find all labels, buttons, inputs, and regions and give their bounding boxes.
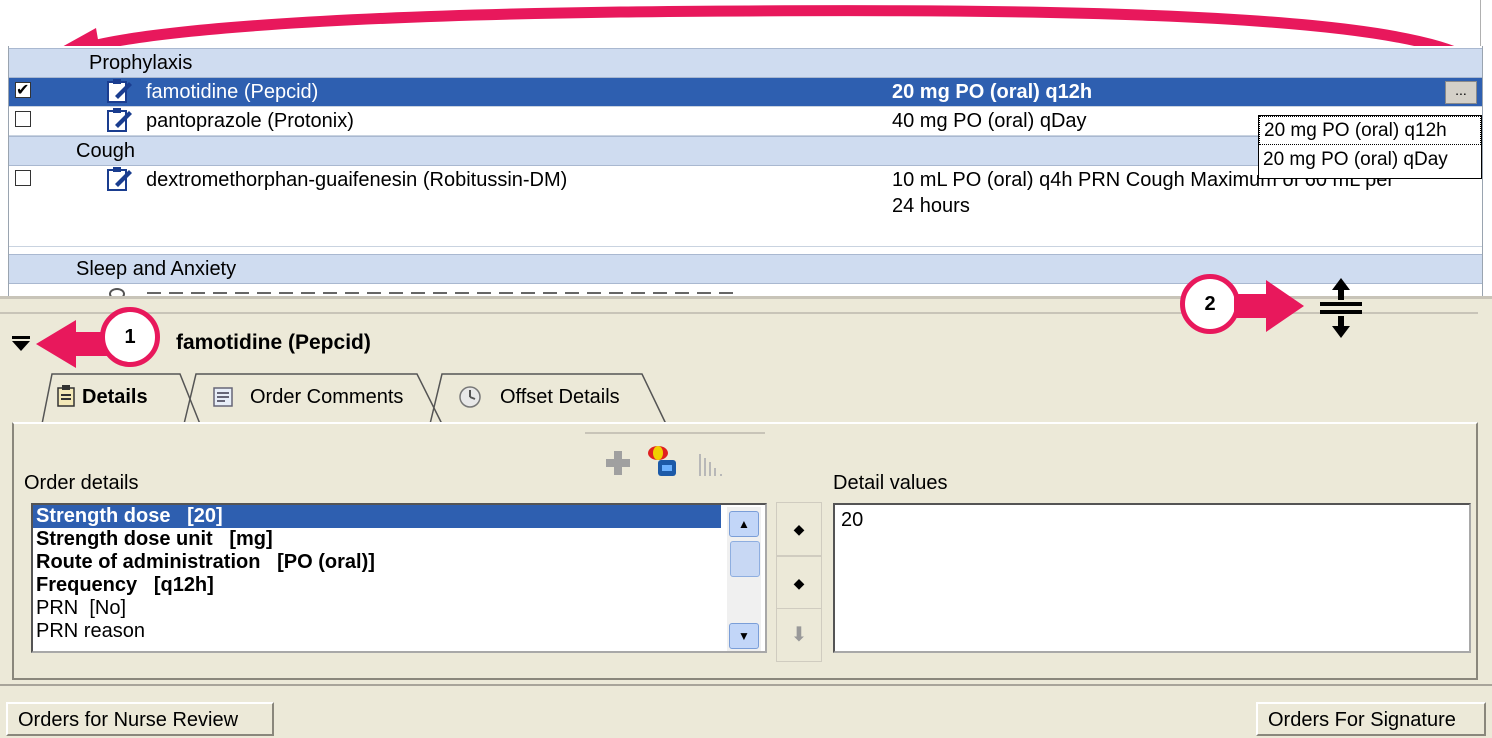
scroll-down-icon[interactable]: ▼ bbox=[729, 623, 759, 649]
annotation-callout-1: 1 bbox=[100, 307, 160, 367]
details-scrollbar[interactable]: ▲ ▼ bbox=[727, 507, 761, 651]
detail-item[interactable]: Frequency [q12h] bbox=[33, 574, 765, 597]
detail-item[interactable]: PRN reason bbox=[33, 620, 765, 643]
order-sig: 20 mg PO (oral) q12h bbox=[892, 81, 1093, 103]
scroll-up-icon[interactable]: ▲ bbox=[729, 511, 759, 537]
detail-item[interactable]: Strength dose [20] bbox=[33, 505, 721, 528]
sig-option[interactable]: 20 mg PO (oral) qDay bbox=[1259, 145, 1481, 174]
tab-order-comments[interactable]: Order Comments bbox=[250, 386, 403, 409]
order-details-list[interactable]: Strength dose [20] Strength dose unit [m… bbox=[31, 503, 767, 653]
order-name: pantoprazole (Protonix) bbox=[146, 110, 354, 132]
order-sig-line-2: 24 hours bbox=[892, 195, 970, 217]
order-sig: 40 mg PO (oral) qDay bbox=[892, 110, 1087, 132]
sig-option[interactable]: 20 mg PO (oral) q12h bbox=[1259, 116, 1481, 145]
detail-item[interactable]: PRN [No] bbox=[33, 597, 765, 620]
bottom-separator bbox=[0, 684, 1492, 686]
sig-dropdown[interactable]: 20 mg PO (oral) q12h 20 mg PO (oral) qDa… bbox=[1258, 115, 1482, 179]
move-down-button[interactable]: ◆ bbox=[776, 556, 822, 610]
detail-item[interactable]: Strength dose unit [mg] bbox=[33, 528, 765, 551]
order-name: dextromethorphan-guaifenesin (Robitussin… bbox=[146, 169, 568, 191]
group-label: Sleep and Anxiety bbox=[76, 258, 237, 280]
annotation-arrow-2 bbox=[1234, 280, 1304, 332]
collapse-triangle-icon[interactable] bbox=[10, 334, 34, 354]
window-edge bbox=[1480, 0, 1481, 46]
detail-value-field[interactable]: 20 bbox=[833, 503, 1471, 653]
group-label: Cough bbox=[76, 140, 135, 162]
tab-offset-details[interactable]: Offset Details bbox=[500, 386, 620, 409]
order-row-famotidine[interactable]: famotidine (Pepcid) 20 mg PO (oral) q12h… bbox=[9, 78, 1482, 107]
add-icon[interactable] bbox=[603, 448, 633, 478]
toolbar-divider bbox=[585, 432, 765, 434]
detail-values-label: Detail values bbox=[833, 472, 948, 494]
order-checkbox[interactable] bbox=[15, 78, 31, 102]
orders-for-nurse-review-button[interactable]: Orders for Nurse Review bbox=[6, 702, 274, 736]
sig-picker-button[interactable]: ... bbox=[1445, 81, 1477, 104]
detail-panel-title: famotidine (Pepcid) bbox=[176, 331, 371, 354]
order-checkbox[interactable] bbox=[15, 111, 31, 127]
scroll-thumb[interactable] bbox=[730, 541, 760, 577]
order-text-partial bbox=[147, 292, 737, 294]
order-icon-partial bbox=[109, 288, 125, 296]
order-clipboard-icon bbox=[107, 108, 132, 132]
move-up-button[interactable]: ◆ bbox=[776, 502, 822, 556]
order-details-label: Order details bbox=[24, 472, 139, 494]
order-comments-tab-icon bbox=[213, 387, 233, 407]
details-tab-icon bbox=[57, 385, 75, 407]
orders-for-signature-button[interactable]: Orders For Signature bbox=[1256, 702, 1486, 736]
order-name: famotidine (Pepcid) bbox=[146, 81, 319, 103]
group-label: Prophylaxis bbox=[89, 52, 193, 74]
order-checkbox[interactable] bbox=[15, 170, 31, 186]
tab-details[interactable]: Details bbox=[82, 386, 148, 409]
order-clipboard-icon bbox=[107, 79, 132, 103]
group-header-prophylaxis[interactable]: Prophylaxis bbox=[9, 48, 1482, 78]
clock-icon bbox=[459, 386, 481, 408]
splitter-resize-cursor-icon bbox=[1320, 278, 1362, 338]
bar-chart-icon[interactable] bbox=[697, 452, 731, 478]
order-clipboard-icon bbox=[107, 167, 132, 191]
annotation-callout-2: 2 bbox=[1180, 274, 1240, 334]
detail-item[interactable]: Route of administration [PO (oral)] bbox=[33, 551, 765, 574]
move-bottom-button[interactable]: ⬇ bbox=[776, 608, 822, 662]
medication-icon[interactable] bbox=[646, 444, 678, 480]
